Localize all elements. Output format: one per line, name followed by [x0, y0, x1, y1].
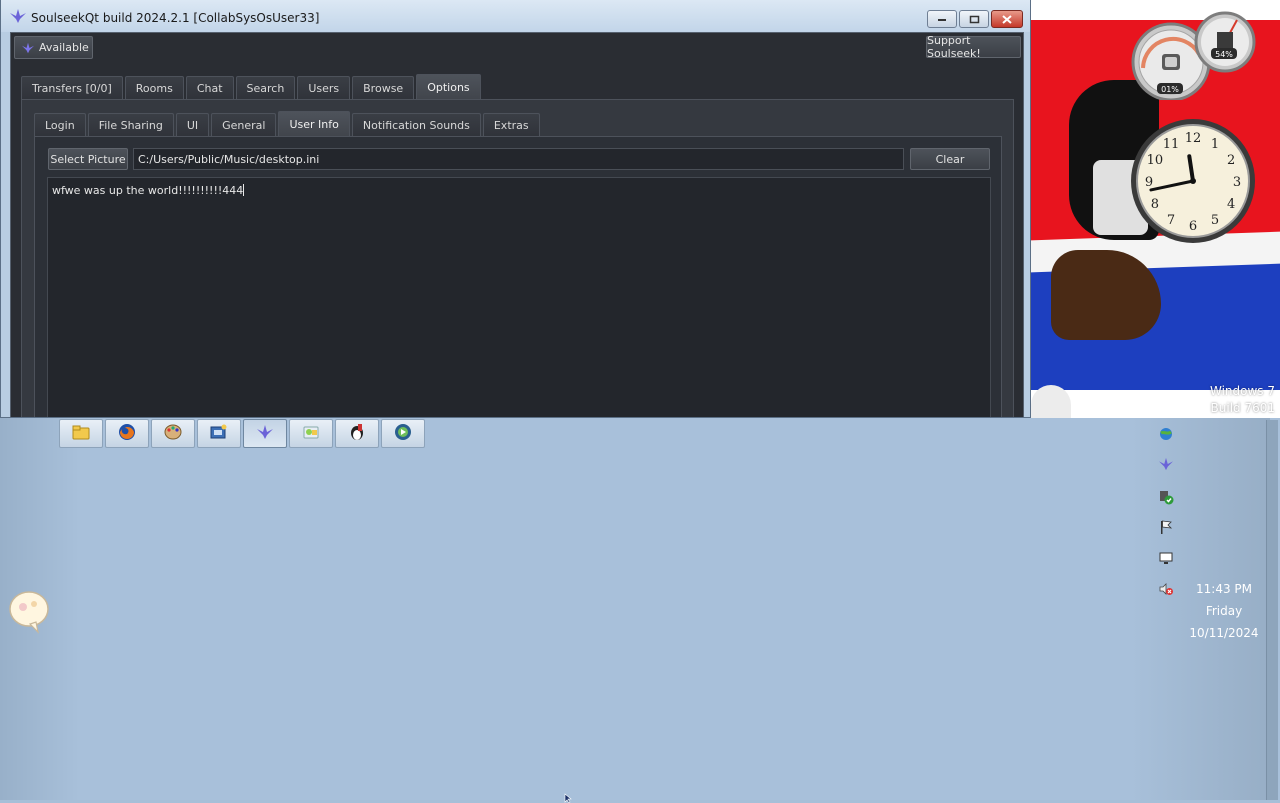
picture-path-field[interactable]: C:/Users/Public/Music/desktop.ini	[133, 148, 904, 170]
clock-numeral: 7	[1167, 213, 1175, 228]
explorer-icon	[302, 424, 320, 443]
clock-numeral: 6	[1189, 219, 1197, 234]
close-icon	[1002, 14, 1012, 24]
status-label: Available	[39, 41, 89, 54]
options-tab-general[interactable]: General	[211, 113, 277, 136]
clock-numeral: 10	[1147, 153, 1164, 168]
clock-numeral: 9	[1145, 175, 1153, 190]
minimize-icon	[938, 19, 946, 21]
options-tab-ui[interactable]: UI	[175, 113, 210, 136]
soulseek-tray-icon[interactable]	[1156, 454, 1176, 474]
watermark-line-2: Build 7601	[1210, 401, 1275, 415]
clock-numeral: 8	[1151, 197, 1159, 212]
tray-date: 10/11/2024	[1189, 626, 1259, 640]
media-player-icon	[394, 423, 412, 444]
quick-launch-explorer-button[interactable]	[289, 419, 333, 448]
cpu-meter-gadget[interactable]: 01% 54%	[1129, 8, 1257, 100]
tab-rooms[interactable]: Rooms	[124, 76, 184, 99]
clear-picture-button[interactable]: Clear	[910, 148, 990, 170]
tab-browse[interactable]: Browse	[352, 76, 415, 99]
tab-transfers-0-0[interactable]: Transfers [0/0]	[21, 76, 123, 99]
support-soulseek-button[interactable]: Support Soulseek!	[926, 34, 1021, 60]
clock-numeral: 12	[1185, 131, 1202, 146]
display-network-icon[interactable]	[1156, 548, 1176, 568]
maximize-button[interactable]	[959, 10, 989, 28]
security-check-icon[interactable]	[1156, 487, 1176, 507]
volume-muted-icon[interactable]	[1156, 579, 1176, 599]
quick-launch-paint-button[interactable]	[151, 419, 195, 448]
network-globe-icon[interactable]	[1156, 424, 1176, 444]
folder-icon	[72, 424, 90, 443]
desktop-edge-scroll	[1266, 420, 1278, 800]
close-button[interactable]	[991, 10, 1023, 28]
user-info-pane: Select Picture C:/Users/Public/Music/des…	[34, 136, 1002, 417]
mouse-pointer-icon	[564, 793, 572, 803]
clock-gadget[interactable]: 12 12 3 45678 9 1011	[1128, 116, 1258, 246]
chat-bubble-icon[interactable]	[8, 590, 50, 634]
tab-options[interactable]: Options	[416, 74, 481, 99]
clock-numeral: 1	[1211, 137, 1219, 152]
tab-chat[interactable]: Chat	[185, 76, 234, 99]
clock-numeral: 2	[1227, 153, 1235, 168]
options-pane: Login File Sharing UI General User Info Notif…	[21, 99, 1014, 417]
control-panel-icon	[210, 424, 228, 443]
clock-numeral: 4	[1227, 197, 1235, 212]
title-bar[interactable]: SoulseekQt build 2024.2.1 [CollabSysOsUs…	[1, 0, 1030, 32]
tray-day: Friday	[1205, 604, 1243, 618]
select-picture-button[interactable]: Select Picture	[48, 148, 128, 170]
soulseek-bird-icon	[10, 9, 26, 23]
ram-percent: 54%	[1215, 50, 1233, 59]
quick-launch-folder-button[interactable]	[59, 419, 103, 448]
watermark-line-1: Windows 7	[1209, 384, 1275, 398]
tab-users[interactable]: Users	[297, 76, 351, 99]
clock-numeral: 3	[1233, 175, 1241, 190]
action-center-flag-icon[interactable]	[1156, 517, 1176, 537]
firefox-icon	[118, 423, 136, 444]
text-caret	[243, 184, 245, 196]
options-tab-extras[interactable]: Extras	[482, 113, 540, 136]
windows-watermark: Windows 7 Build 7601	[1210, 383, 1275, 417]
window-title: SoulseekQt build 2024.2.1 [CollabSysOsUs…	[31, 11, 320, 25]
options-tab-user-info[interactable]: User Info	[278, 111, 350, 136]
user-info-text: wfwe was up the world!!!!!!!!!!444	[52, 184, 244, 197]
options-tab-login[interactable]: Login	[34, 113, 86, 136]
tux-icon	[349, 423, 365, 444]
cpu-percent: 01%	[1161, 85, 1179, 94]
quick-launch-control-panel-button[interactable]	[197, 419, 241, 448]
clock-numeral: 5	[1211, 213, 1219, 228]
options-tab-file-sharing[interactable]: File Sharing	[87, 113, 174, 136]
quick-launch-bar	[59, 419, 425, 448]
clock-numeral: 11	[1163, 137, 1180, 152]
quick-launch-firefox-button[interactable]	[105, 419, 149, 448]
quick-launch-soulseek-button[interactable]	[243, 419, 287, 448]
quick-launch-tux-button[interactable]	[335, 419, 379, 448]
tab-search[interactable]: Search	[235, 76, 296, 99]
restore-icon	[969, 15, 979, 23]
quick-launch-media-player-button[interactable]	[381, 419, 425, 448]
main-tab-bar: Transfers [0/0] Rooms Chat Search Users Brows…	[21, 74, 483, 99]
soulseek-window: SoulseekQt build 2024.2.1 [CollabSysOsUs…	[0, 0, 1031, 418]
user-info-textarea[interactable]: wfwe was up the world!!!!!!!!!!444	[47, 177, 991, 417]
options-tab-bar: Login File Sharing UI General User Info Notif…	[34, 111, 542, 136]
soulseek-status-icon	[22, 42, 34, 53]
taskbar-clock[interactable]: 11:43 PM Friday 10/11/2024	[1186, 578, 1262, 644]
status-button[interactable]: Available	[14, 36, 93, 59]
soulseek-icon	[256, 424, 274, 443]
app-client-area: Available Support Soulseek! Transfers [0…	[10, 32, 1024, 417]
paint-icon	[164, 424, 182, 443]
minimize-button[interactable]	[927, 10, 957, 28]
desktop-background	[0, 418, 1280, 800]
tray-time: 11:43 PM	[1196, 582, 1252, 596]
options-tab-notification-sounds[interactable]: Notification Sounds	[351, 113, 481, 136]
